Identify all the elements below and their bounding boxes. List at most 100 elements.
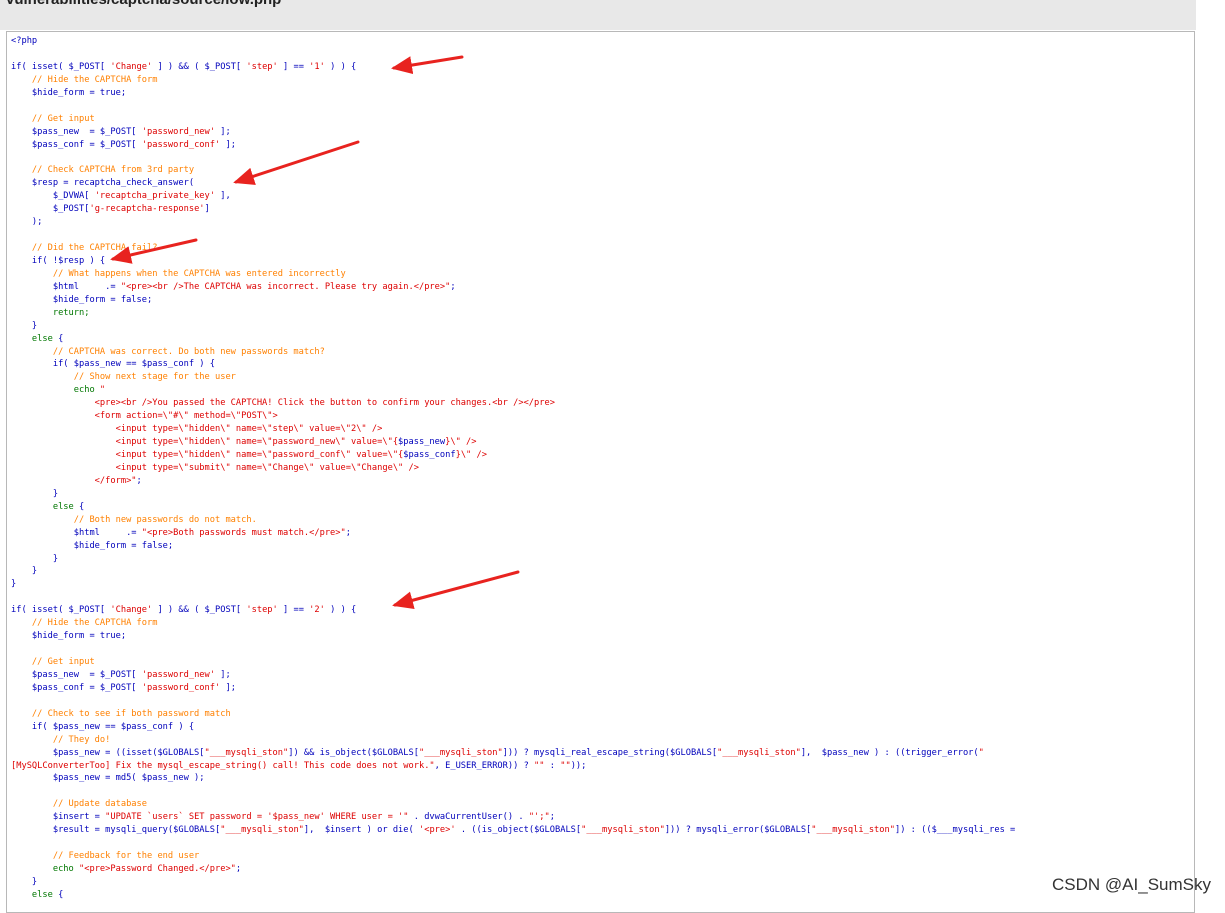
code-token: // Check CAPTCHA from 3rd party — [11, 165, 195, 176]
code-token: { — [73, 501, 85, 512]
php-source-code: <?php if( isset( $_POST[ 'Change' ] ) &&… — [7, 32, 1194, 902]
code-token: "UPDATE `users` SET password = '$pass_ne… — [105, 812, 409, 823]
code-token: "" — [534, 760, 545, 771]
code-line: return; — [11, 307, 1194, 320]
code-line: // Check CAPTCHA from 3rd party — [11, 164, 1194, 177]
code-line: <input type=\"submit\" name=\"Change\" v… — [11, 462, 1194, 475]
code-token: ], $insert ) or die( — [303, 825, 419, 836]
code-line: // Both new passwords do not match. — [11, 514, 1194, 527]
code-line: echo " — [11, 384, 1194, 397]
code-token: ; — [136, 475, 142, 486]
code-token: ; — [345, 527, 351, 538]
code-line: } — [11, 876, 1194, 889]
code-token: if( !$resp ) { — [11, 255, 106, 266]
code-token: // Get input — [11, 657, 95, 667]
code-token: '1' — [309, 61, 325, 72]
code-token: 'Change' — [110, 61, 153, 72]
code-line: $_DVWA[ 'recaptcha_private_key' ], — [11, 190, 1194, 203]
code-line: $html .= "<pre>Both passwords must match… — [11, 527, 1194, 540]
code-token: // Feedback for the end user — [11, 851, 200, 862]
code-token: } — [11, 566, 38, 577]
code-line: // Did the CAPTCHA fail? — [11, 242, 1194, 255]
code-line: // Hide the CAPTCHA form — [11, 74, 1194, 87]
code-token: <input type=\"hidden\" name=\"password_c… — [11, 450, 404, 460]
code-token: $pass_new = md5( $pass_new ); — [11, 773, 205, 784]
code-token: ) ) { — [324, 605, 357, 616]
code-line: $insert = "UPDATE `users` SET password =… — [11, 811, 1194, 824]
code-token: <pre><br />You passed the CAPTCHA! Click… — [11, 398, 555, 409]
code-token: ] == — [277, 605, 310, 616]
code-token: } — [11, 579, 17, 590]
code-token: } — [11, 876, 38, 887]
code-line: // What happens when the CAPTCHA was ent… — [11, 268, 1194, 281]
code-line: else { — [11, 889, 1194, 902]
code-token: // What happens when the CAPTCHA was ent… — [11, 268, 346, 279]
code-token: if( $pass_new == $pass_conf ) { — [11, 721, 195, 732]
code-line: echo "<pre>Password Changed.</pre>"; — [11, 863, 1194, 876]
code-token: // Did the CAPTCHA fail? — [11, 243, 158, 253]
code-token: 'password_new' — [141, 126, 215, 137]
code-line: if( isset( $_POST[ 'Change' ] ) && ( $_P… — [11, 61, 1194, 74]
code-token: ] == — [277, 61, 310, 72]
code-token: '2' — [309, 605, 325, 616]
code-token: ); — [11, 217, 43, 228]
code-token: { — [52, 333, 64, 344]
code-line: // Update database — [11, 798, 1194, 811]
code-token: $pass_conf — [403, 450, 456, 460]
code-line: </form>"; — [11, 475, 1194, 488]
code-token: if( isset( $_POST[ — [11, 61, 111, 72]
code-token: ]; — [215, 669, 231, 680]
code-token: <input type=\"submit\" name=\"Change\" v… — [11, 462, 419, 473]
code-line: $html .= "<pre><br />The CAPTCHA was inc… — [11, 281, 1194, 294]
code-line: } — [11, 320, 1194, 333]
code-line: $_POST['g-recaptcha-response'] — [11, 203, 1194, 216]
code-token: $pass_conf = $_POST[ — [11, 139, 142, 150]
code-line: <input type=\"hidden\" name=\"password_c… — [11, 449, 1194, 462]
code-token: <form action=\"#\" method=\"POST\"> — [11, 411, 278, 422]
code-token: $pass_new — [398, 437, 446, 448]
code-token: ]; — [220, 682, 236, 693]
code-token: ], $pass_new ) : ((trigger_error( — [800, 747, 979, 758]
code-line: ); — [11, 216, 1194, 229]
code-token: // Hide the CAPTCHA form — [11, 618, 158, 629]
code-token: $pass_new = $_POST[ — [11, 669, 142, 680]
code-token: )); — [570, 760, 587, 771]
code-token: " — [99, 385, 106, 396]
code-token: <input type=\"hidden\" name=\"password_n… — [11, 437, 399, 448]
code-line: // Get input — [11, 113, 1194, 126]
code-line: $hide_form = false; — [11, 540, 1194, 553]
code-token: ]) : (($___mysqli_res = — [894, 825, 1016, 836]
code-token: $pass_conf = $_POST[ — [11, 682, 142, 693]
code-token: if( isset( $_POST[ — [11, 605, 111, 616]
code-line: $resp = recaptcha_check_answer( — [11, 177, 1194, 190]
code-token: . ((is_object($GLOBALS[ — [455, 825, 582, 836]
code-line: $hide_form = false; — [11, 294, 1194, 307]
code-token: "___mysqli_ston" — [811, 825, 895, 836]
code-token: '<pre>' — [418, 825, 456, 836]
code-token: ] ) && ( $_POST[ — [152, 61, 247, 72]
code-token: // Hide the CAPTCHA form — [11, 74, 158, 85]
code-token: ) ) { — [324, 61, 357, 72]
code-token: $html .= — [11, 281, 121, 292]
code-token: </form>" — [11, 475, 137, 486]
code-line: } — [11, 488, 1194, 501]
code-line: // Get input — [11, 656, 1194, 669]
code-token: if( $pass_new == $pass_conf ) { — [11, 359, 215, 370]
code-token: 'step' — [246, 605, 278, 616]
code-token: } — [11, 553, 59, 564]
code-token: else — [11, 889, 53, 900]
code-line: // They do! — [11, 734, 1194, 747]
code-token: $resp = recaptcha_check_answer( — [11, 178, 195, 189]
code-line: // Hide the CAPTCHA form — [11, 617, 1194, 630]
code-token: $_POST[ — [11, 204, 90, 215]
code-token: }\" /> — [455, 450, 487, 460]
code-token: echo — [11, 864, 79, 874]
code-token: { — [52, 889, 64, 900]
code-token: "___mysqli_ston" — [204, 747, 289, 758]
code-token: 'password_conf' — [141, 139, 221, 150]
